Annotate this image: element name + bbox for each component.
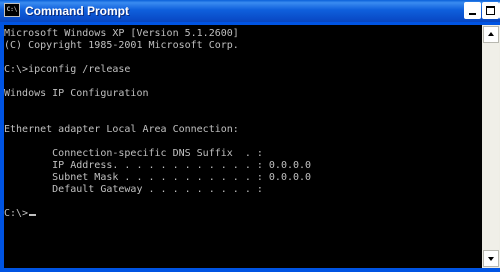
scroll-track[interactable] (483, 43, 499, 250)
scroll-up-button[interactable] (483, 26, 499, 43)
vertical-scrollbar[interactable] (482, 25, 500, 268)
console-line: C:\>ipconfig /release (4, 64, 131, 75)
maximize-icon (486, 6, 495, 15)
arrow-up-icon (488, 32, 494, 36)
prompt-line: C:\> (4, 208, 37, 220)
scroll-down-button[interactable] (483, 250, 499, 267)
minimize-button[interactable] (464, 2, 481, 19)
console-line: Ethernet adapter Local Area Connection: (4, 124, 239, 135)
minimize-icon (469, 13, 476, 15)
console-line: Default Gateway . . . . . . . . . : (4, 184, 263, 195)
window-title: Command Prompt (25, 4, 130, 18)
maximize-button[interactable] (482, 2, 499, 19)
console-output[interactable]: Microsoft Windows XP [Version 5.1.2600] … (4, 25, 482, 268)
title-bar[interactable]: C:\ Command Prompt × (0, 0, 500, 22)
console-line: Connection-specific DNS Suffix . : (4, 148, 263, 159)
console-line: Microsoft Windows XP [Version 5.1.2600] (4, 28, 239, 39)
console-line: (C) Copyright 1985-2001 Microsoft Corp. (4, 40, 239, 51)
console-line: Windows IP Configuration (4, 88, 149, 99)
command-prompt-window: C:\ Command Prompt × Microsoft Windows X… (0, 0, 500, 272)
console-icon[interactable]: C:\ (4, 3, 20, 17)
console-line: IP Address. . . . . . . . . . . . : 0.0.… (4, 160, 312, 171)
arrow-down-icon (488, 257, 494, 261)
console-line: Subnet Mask . . . . . . . . . . . : 0.0.… (4, 172, 312, 183)
prompt-text: C:\> (4, 208, 29, 219)
text-cursor (29, 214, 37, 216)
